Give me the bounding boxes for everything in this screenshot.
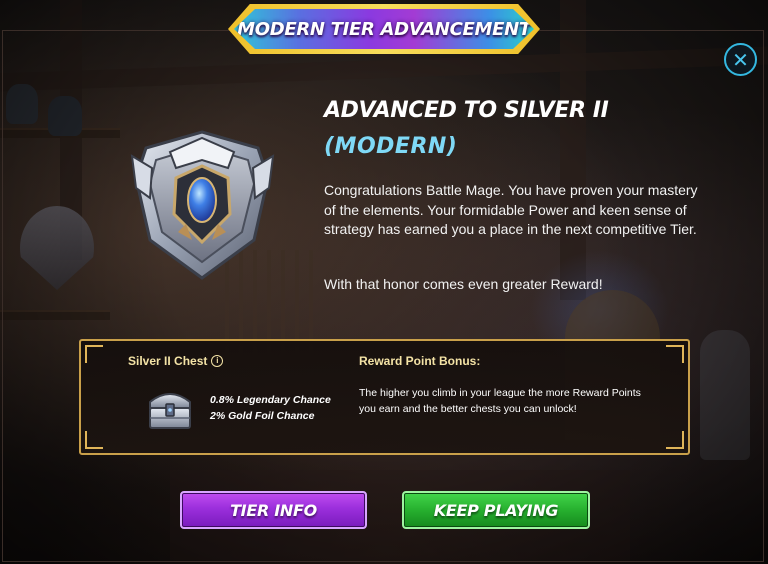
panel-corner [85, 431, 103, 449]
tier-subtitle: (MODERN) [324, 134, 458, 159]
congratulations-message: Congratulations Battle Mage. You have pr… [324, 182, 698, 237]
reward-point-bonus-title: Reward Point Bonus: [359, 354, 481, 368]
chest-title: Silver II Chest i [128, 354, 224, 368]
keep-playing-label: KEEP PLAYING [433, 500, 559, 520]
close-button[interactable]: ✕ [724, 43, 757, 76]
gold-foil-chance: 2% Gold Foil Chance [210, 410, 315, 422]
keep-playing-button[interactable]: KEEP PLAYING [402, 491, 590, 529]
tier-info-label: TIER INFO [230, 500, 317, 520]
info-icon[interactable]: i [211, 355, 224, 367]
banner-title: MODERN TIER ADVANCEMENT [237, 18, 531, 40]
silver-tier-shield-icon [130, 130, 275, 280]
panel-corner [666, 345, 684, 363]
title-banner: MODERN TIER ADVANCEMENT [234, 9, 534, 49]
chest-chance-list: 0.8% Legendary Chance 2% Gold Foil Chanc… [210, 392, 331, 424]
reward-message: With that honor comes even greater Rewar… [324, 276, 603, 292]
panel-corner [85, 345, 103, 363]
panel-corner [666, 431, 684, 449]
chest-title-label: Silver II Chest [128, 354, 208, 368]
reward-point-bonus-text: The higher you climb in your league the … [359, 387, 641, 415]
silver-chest-icon [149, 393, 191, 429]
legendary-chance: 0.8% Legendary Chance [210, 394, 331, 406]
tier-title: ADVANCED TO SILVER II [324, 98, 609, 123]
tier-info-button[interactable]: TIER INFO [180, 491, 367, 529]
close-icon: ✕ [732, 47, 749, 72]
